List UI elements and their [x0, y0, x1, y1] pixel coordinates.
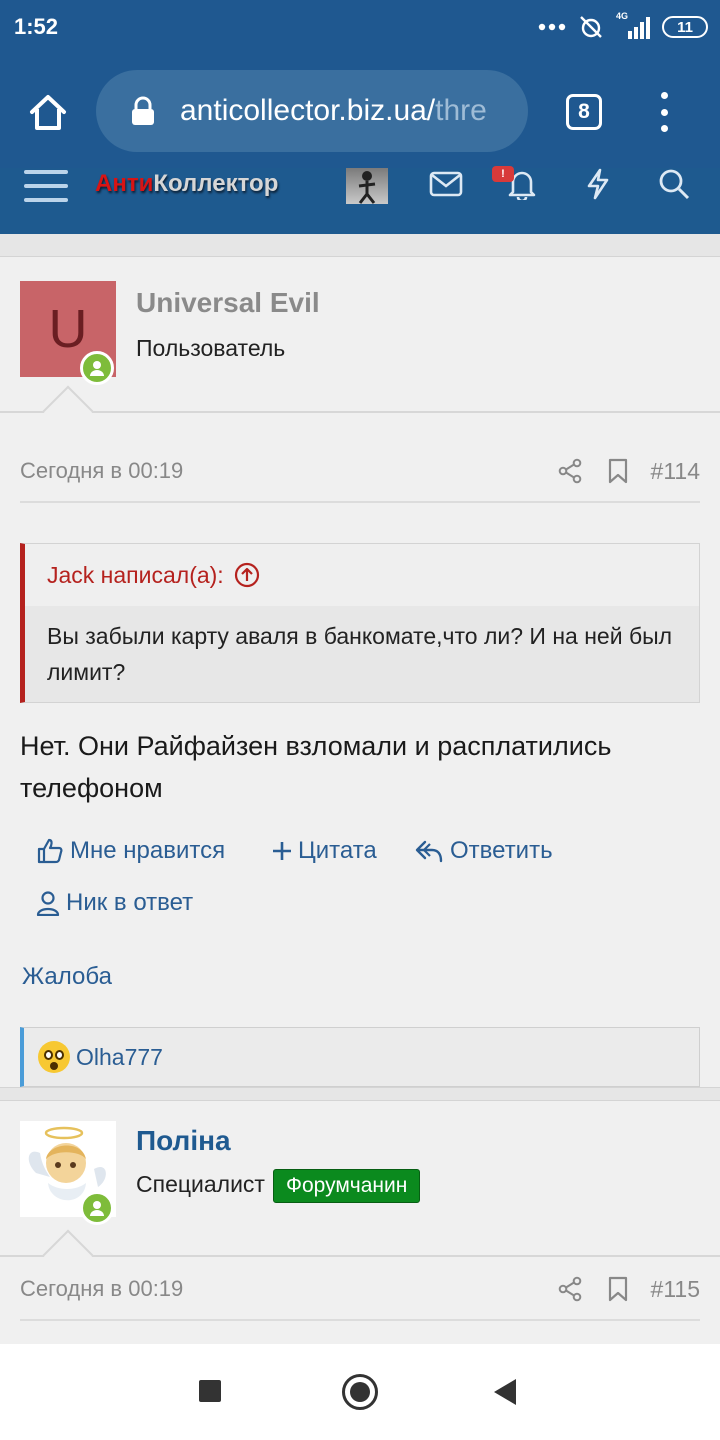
user-title-row: Специалист Форумчанин [136, 1169, 421, 1203]
quote-button[interactable]: Цитата [272, 837, 377, 865]
address-bar[interactable]: anticollector.biz.ua/thre [96, 70, 528, 152]
quote-header[interactable]: Jack написал(а): [25, 544, 699, 606]
hamburger-menu-icon[interactable] [24, 170, 68, 202]
post-number[interactable]: #114 [651, 458, 700, 485]
logo-part-gray: Коллектор [153, 170, 279, 197]
post-date[interactable]: Сегодня в 00:19 [20, 458, 555, 484]
notification-badge: ! [492, 166, 514, 182]
username[interactable]: Universal Evil [136, 287, 320, 319]
post-115: Поліна Специалист Форумчанин Сегодня в 00… [0, 1100, 720, 1344]
forum-navbar: АнтиКоллектор ! [0, 166, 720, 234]
home-nav-button[interactable] [342, 1374, 378, 1410]
network-type: 4G [616, 11, 629, 21]
back-button[interactable] [494, 1379, 516, 1405]
username[interactable]: Поліна [136, 1125, 231, 1157]
alarm-off-icon [580, 16, 602, 38]
quote-text: Вы забыли карту аваля в банкомате,что ли… [47, 623, 673, 685]
post-114: U Universal Evil Пользователь Сегодня в … [0, 256, 720, 1088]
tab-switcher-button[interactable]: 8 [566, 94, 602, 130]
thumbs-up-icon [37, 838, 63, 864]
lightning-icon[interactable] [580, 168, 616, 200]
search-icon[interactable] [656, 168, 692, 200]
reactions-bar[interactable]: Olha777 [20, 1027, 700, 1087]
like-label: Мне нравится [70, 837, 226, 864]
astonished-emoji-icon [38, 1041, 70, 1073]
quote-label: Цитата [298, 837, 377, 864]
home-button[interactable] [24, 88, 72, 136]
post-message: Нет. Они Райфайзен взломали и расплатили… [20, 731, 612, 803]
account-avatar[interactable] [346, 168, 388, 204]
battery-indicator: 11 [662, 16, 708, 38]
url-domain: anticollector.biz.ua/ [180, 94, 436, 127]
report-link[interactable]: Жалоба [22, 963, 112, 991]
more-vert-icon[interactable] [650, 92, 678, 132]
mail-icon[interactable] [428, 168, 464, 200]
quote-author[interactable]: Jack написал(а): [47, 562, 224, 589]
like-button[interactable]: Мне нравится [36, 837, 225, 865]
online-status-icon [80, 351, 114, 385]
user-icon [36, 891, 60, 916]
bookmark-icon[interactable] [603, 1274, 633, 1304]
recent-apps-button[interactable] [199, 1380, 221, 1402]
reply-button[interactable]: Ответить [414, 837, 553, 865]
nick-reply-label: Ник в ответ [66, 889, 194, 916]
plus-icon [273, 842, 291, 860]
post-number[interactable]: #115 [651, 1276, 700, 1303]
user-banner: Форумчанин [272, 1169, 421, 1203]
status-time: 1:52 [14, 14, 59, 39]
arrow-up-circle-icon[interactable] [234, 562, 260, 588]
nick-reply-button[interactable]: Ник в ответ [36, 889, 193, 917]
signal-icon: 4G [616, 11, 650, 39]
status-icons: 4G 11 [538, 11, 708, 42]
post-meta: Сегодня в 00:19 #114 [20, 441, 700, 503]
url-path: thre [435, 94, 487, 127]
system-nav-bar [0, 1344, 720, 1440]
user-title: Пользователь [136, 335, 286, 361]
home-icon [30, 95, 66, 130]
thread-page: U Universal Evil Пользователь Сегодня в … [0, 234, 720, 1344]
post-date[interactable]: Сегодня в 00:19 [20, 1276, 555, 1302]
quote-block: Jack написал(а): Вы забыли карту аваля в… [20, 543, 700, 703]
reply-icon [415, 840, 443, 863]
more-dots-icon [538, 23, 566, 31]
browser-chrome: 1:52 4G 11 anticollector.biz.ua/thre 8 [0, 0, 720, 168]
logo-part-red: Анти [95, 170, 154, 197]
site-logo[interactable]: АнтиКоллектор [95, 170, 278, 198]
reply-label: Ответить [450, 837, 553, 864]
reaction-user[interactable]: Olha777 [76, 1044, 163, 1071]
online-status-icon [80, 1191, 114, 1225]
lock-icon [132, 96, 154, 125]
user-title: Специалист [136, 1171, 265, 1197]
url-text: anticollector.biz.ua/thre [180, 94, 487, 128]
post-meta: Сегодня в 00:19 #115 [20, 1259, 700, 1321]
share-icon[interactable] [555, 1274, 585, 1304]
share-icon[interactable] [555, 456, 585, 486]
bookmark-icon[interactable] [603, 456, 633, 486]
